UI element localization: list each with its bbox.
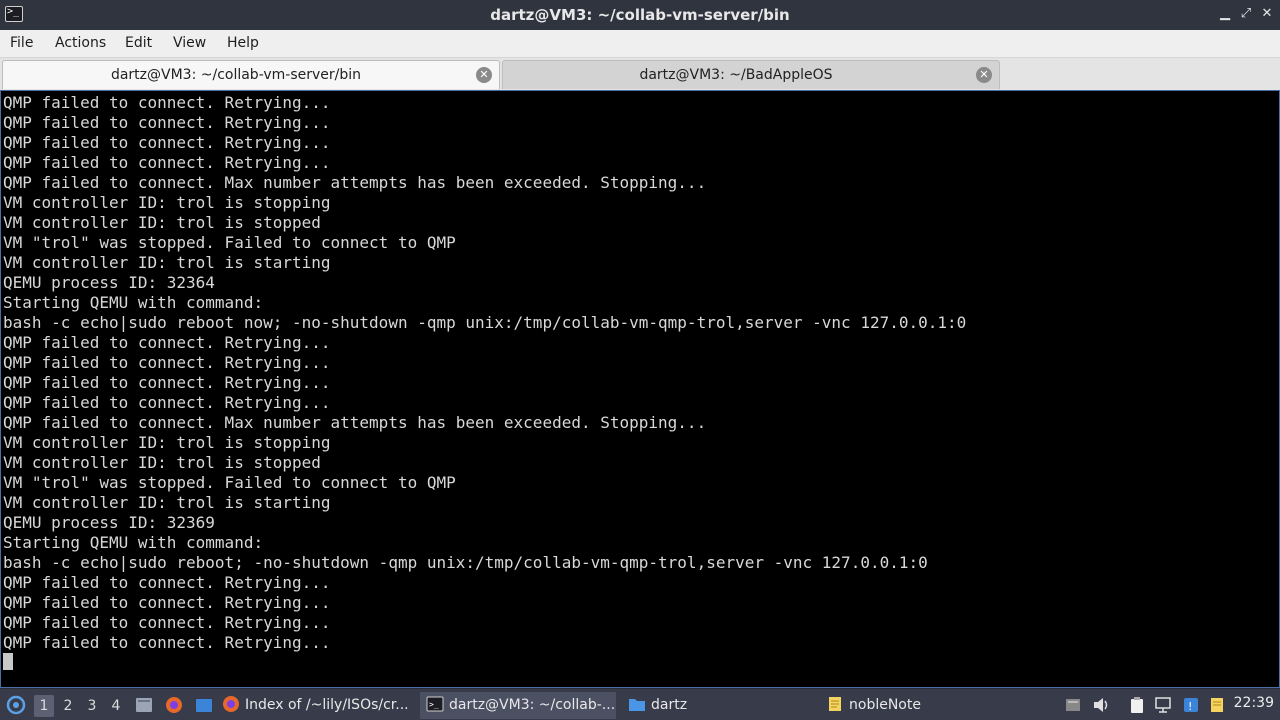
- close-tab-icon[interactable]: ✕: [476, 67, 492, 83]
- tab-collab-vm-server[interactable]: dartz@VM3: ~/collab-vm-server/bin ✕: [2, 60, 500, 89]
- terminal-line: VM controller ID: trol is stopped: [3, 453, 321, 472]
- clock[interactable]: 22:39: [1234, 695, 1274, 711]
- window-titlebar: dartz@VM3: ~/collab-vm-server/bin ▁ ⤢ ✕: [0, 0, 1280, 30]
- close-tab-icon[interactable]: ✕: [976, 67, 992, 83]
- terminal-line: VM controller ID: trol is stopping: [3, 193, 331, 212]
- file-manager-launcher-icon[interactable]: [195, 696, 213, 714]
- tab-badappleos[interactable]: dartz@VM3: ~/BadAppleOS ✕: [502, 60, 1000, 89]
- terminal-line: bash -c echo|sudo reboot; -no-shutdown -…: [3, 553, 928, 572]
- task-file-manager[interactable]: dartz: [624, 692, 820, 719]
- terminal-line: VM controller ID: trol is starting: [3, 493, 331, 512]
- tab-bar: dartz@VM3: ~/collab-vm-server/bin ✕ dart…: [0, 58, 1280, 90]
- terminal-line: QMP failed to connect. Retrying...: [3, 613, 331, 632]
- svg-text:>_: >_: [429, 700, 439, 709]
- menu-view[interactable]: View: [173, 35, 206, 51]
- terminal-line: QMP failed to connect. Max number attemp…: [3, 173, 707, 192]
- terminal-line: VM controller ID: trol is stopped: [3, 213, 321, 232]
- workspace-3[interactable]: 3: [82, 695, 102, 717]
- terminal-line: QMP failed to connect. Retrying...: [3, 153, 331, 172]
- task-firefox[interactable]: Index of /~lily/ISOs/cr...: [222, 692, 414, 719]
- menu-file[interactable]: File: [10, 35, 33, 51]
- window-title: dartz@VM3: ~/collab-vm-server/bin: [490, 6, 790, 24]
- menu-actions[interactable]: Actions: [55, 35, 106, 51]
- updates-icon[interactable]: !: [1182, 696, 1200, 714]
- terminal-line: QMP failed to connect. Retrying...: [3, 593, 331, 612]
- keyboard-tray-icon[interactable]: [1064, 696, 1082, 714]
- terminal-cursor: [3, 653, 13, 670]
- close-window-button[interactable]: ✕: [1258, 5, 1276, 23]
- folder-icon: [629, 699, 645, 711]
- menu-bar: File Actions Edit View Help: [0, 30, 1280, 58]
- notes-tray-icon[interactable]: [1208, 696, 1226, 714]
- task-label: dartz: [651, 697, 688, 713]
- terminal-line: QMP failed to connect. Retrying...: [3, 353, 331, 372]
- terminal-line: QMP failed to connect. Retrying...: [3, 93, 331, 112]
- terminal-line: QMP failed to connect. Retrying...: [3, 113, 331, 132]
- terminal-line: QMP failed to connect. Retrying...: [3, 393, 331, 412]
- terminal-icon: >_: [426, 696, 444, 712]
- show-desktop-icon[interactable]: [135, 696, 153, 714]
- minimize-button[interactable]: ▁: [1216, 5, 1234, 23]
- terminal-line: Starting QEMU with command:: [3, 293, 264, 312]
- clipboard-icon[interactable]: [1128, 696, 1146, 714]
- tab-label: dartz@VM3: ~/BadAppleOS: [639, 67, 833, 83]
- terminal-line: VM "trol" was stopped. Failed to connect…: [3, 473, 456, 492]
- terminal-line: QMP failed to connect. Retrying...: [3, 573, 331, 592]
- network-icon[interactable]: [1154, 696, 1172, 714]
- terminal-line: QMP failed to connect. Retrying...: [3, 633, 331, 652]
- terminal-line: QMP failed to connect. Retrying...: [3, 333, 331, 352]
- note-icon: [829, 697, 841, 711]
- terminal-line: QMP failed to connect. Retrying...: [3, 373, 331, 392]
- menu-edit[interactable]: Edit: [125, 35, 152, 51]
- svg-text:!: !: [1188, 700, 1192, 713]
- menu-help[interactable]: Help: [227, 35, 259, 51]
- terminal-line: VM controller ID: trol is starting: [3, 253, 331, 272]
- task-label: dartz@VM3: ~/collab-...: [449, 697, 616, 713]
- terminal-line: QMP failed to connect. Retrying...: [3, 133, 331, 152]
- task-label: nobleNote: [849, 697, 921, 713]
- terminal-line: bash -c echo|sudo reboot now; -no-shutdo…: [3, 313, 967, 332]
- firefox-icon: [223, 696, 239, 712]
- terminal-line: QMP failed to connect. Max number attemp…: [3, 413, 707, 432]
- workspace-2[interactable]: 2: [58, 695, 78, 717]
- start-menu-icon[interactable]: [6, 695, 26, 715]
- terminal-line: Starting QEMU with command:: [3, 533, 264, 552]
- workspace-4[interactable]: 4: [106, 695, 126, 717]
- firefox-launcher-icon[interactable]: [165, 696, 183, 714]
- tab-label: dartz@VM3: ~/collab-vm-server/bin: [110, 67, 362, 83]
- task-label: Index of /~lily/ISOs/cr...: [245, 697, 409, 713]
- maximize-button[interactable]: ⤢: [1237, 5, 1255, 23]
- terminal-line: QEMU process ID: 32364: [3, 273, 215, 292]
- taskbar: 1 2 3 4 Index of /~lily/ISOs/cr... >_ dar…: [0, 688, 1280, 720]
- workspace-1[interactable]: 1: [34, 695, 54, 717]
- task-terminal[interactable]: >_ dartz@VM3: ~/collab-...: [420, 692, 616, 719]
- terminal-line: VM "trol" was stopped. Failed to connect…: [3, 233, 456, 252]
- terminal-output[interactable]: QMP failed to connect. Retrying... QMP fa…: [0, 90, 1280, 688]
- task-noblenote[interactable]: nobleNote: [826, 692, 1026, 719]
- terminal-line: VM controller ID: trol is stopping: [3, 433, 331, 452]
- volume-icon[interactable]: [1092, 696, 1110, 714]
- terminal-line: QEMU process ID: 32369: [3, 513, 215, 532]
